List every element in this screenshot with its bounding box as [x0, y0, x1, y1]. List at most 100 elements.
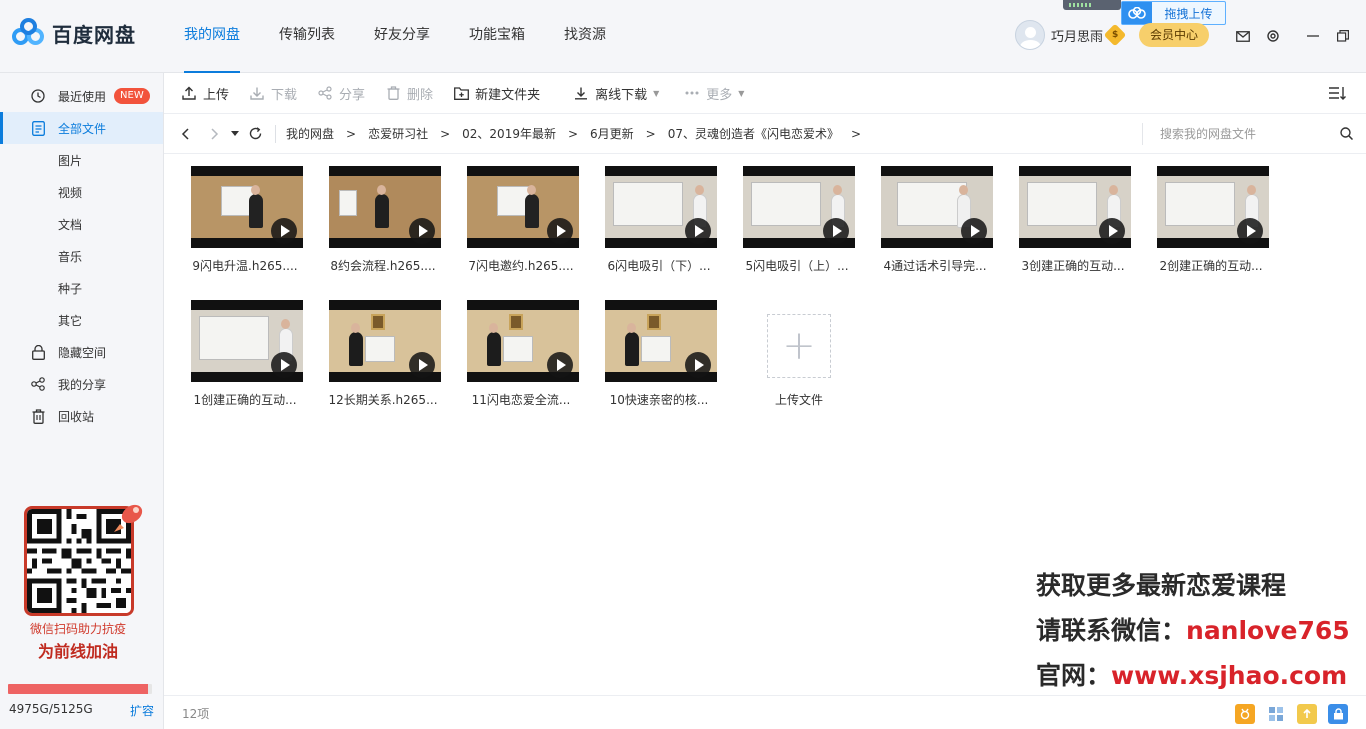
video-file-tile[interactable]: 9闪电升温.h265.... [181, 154, 309, 274]
video-file-tile[interactable]: 1创建正确的互动... [181, 288, 309, 408]
video-file-tile[interactable]: 12长期关系.h265... [319, 288, 447, 408]
trash-icon [385, 85, 401, 101]
video-thumbnail [743, 166, 855, 248]
sidebar-item-recycle-bin[interactable]: 回收站 [0, 400, 163, 432]
tab-toolbox[interactable]: 功能宝箱 [469, 0, 525, 73]
play-icon[interactable] [1237, 218, 1263, 244]
offline-download-icon [573, 85, 589, 101]
app-logo[interactable]: 百度网盘 [12, 18, 136, 48]
upload-button[interactable]: 上传 [181, 73, 229, 114]
tab-friend-share[interactable]: 好友分享 [374, 0, 430, 73]
sidebar-item-my-shares[interactable]: 我的分享 [0, 368, 163, 400]
apps-grid-icon[interactable] [1266, 704, 1286, 724]
sidebar-item-images[interactable]: 图片 [0, 144, 163, 176]
sidebar-item-music[interactable]: 音乐 [0, 240, 163, 272]
video-file-tile[interactable]: 10快速亲密的核... [595, 288, 723, 408]
chevron-down-icon[interactable]: ▼ [653, 89, 659, 98]
play-icon[interactable] [685, 352, 711, 378]
sidebar-item-recent[interactable]: 最近使用 NEW [0, 80, 163, 112]
tab-find-resources[interactable]: 找资源 [564, 0, 606, 73]
play-icon[interactable] [1099, 218, 1125, 244]
delete-button[interactable]: 删除 [385, 73, 433, 114]
lock-icon[interactable] [1328, 704, 1348, 724]
download-button[interactable]: 下载 [249, 73, 297, 114]
file-name: 5闪电吸引（上）... [745, 259, 849, 273]
upload-file-tile[interactable]: + 上传文件 [735, 288, 863, 408]
sidebar-item-hidden-space[interactable]: 隐藏空间 [0, 336, 163, 368]
breadcrumb-separator: > [346, 126, 357, 141]
avatar[interactable] [1015, 20, 1045, 50]
status-icons [1224, 704, 1348, 724]
promo-banner[interactable]: 微信扫码助力抗疫 为前线加油 [8, 498, 156, 668]
video-thumbnail [191, 166, 303, 248]
play-icon[interactable] [685, 218, 711, 244]
minimize-icon[interactable] [1300, 26, 1326, 46]
video-thumbnail [329, 300, 441, 382]
tab-my-disk[interactable]: 我的网盘 [184, 0, 240, 73]
expand-storage-link[interactable]: 扩容 [130, 702, 154, 719]
username[interactable]: 巧月思雨 [1051, 26, 1103, 45]
vip-center-button[interactable]: 会员中心 [1139, 23, 1210, 47]
play-icon[interactable] [409, 352, 435, 378]
search-icon[interactable] [1340, 127, 1354, 143]
video-file-tile[interactable]: 5闪电吸引（上）... [733, 154, 861, 274]
mail-icon[interactable] [1230, 26, 1256, 46]
close-icon[interactable] [1360, 26, 1366, 46]
play-icon[interactable] [271, 352, 297, 378]
video-file-tile[interactable]: 3创建正确的互动... [1009, 154, 1137, 274]
video-file-tile[interactable]: 11闪电恋爱全流... [457, 288, 585, 408]
video-file-tile[interactable]: 6闪电吸引（下）... [595, 154, 723, 274]
breadcrumb-item[interactable]: 我的网盘 [286, 125, 334, 142]
app-title: 百度网盘 [52, 22, 136, 47]
restore-icon[interactable] [1330, 26, 1356, 46]
play-icon[interactable] [547, 352, 573, 378]
breadcrumb-item[interactable]: 6月更新 [590, 125, 634, 142]
play-icon[interactable] [961, 218, 987, 244]
watermark-wechat-id: nanlove765 [1186, 616, 1350, 645]
file-name: 1创建正确的互动... [193, 393, 297, 407]
sidebar-item-label: 全部文件 [58, 121, 107, 136]
search-input[interactable] [1160, 127, 1320, 141]
rocket-icon [114, 504, 143, 532]
gear-icon[interactable] [1260, 26, 1286, 46]
sidebar-item-others[interactable]: 其它 [0, 304, 163, 336]
new-badge: NEW [114, 88, 150, 104]
offline-download-button[interactable]: 离线下载 ▼ [573, 73, 659, 114]
file-name: 10快速亲密的核... [609, 393, 709, 407]
video-file-tile[interactable]: 2创建正确的互动... [1147, 154, 1275, 274]
play-icon[interactable] [547, 218, 573, 244]
breadcrumb-item[interactable]: 02、2019年最新 [462, 125, 556, 142]
sidebar-item-videos[interactable]: 视频 [0, 176, 163, 208]
history-dropdown-icon[interactable] [229, 124, 241, 144]
breadcrumb-item[interactable]: 恋爱研习社 [368, 125, 428, 142]
new-folder-icon [453, 85, 469, 101]
medal-icon[interactable] [1235, 704, 1255, 724]
file-name: 2创建正确的互动... [1159, 259, 1263, 273]
refresh-icon[interactable] [245, 124, 265, 144]
back-arrow-icon[interactable] [175, 124, 195, 144]
tab-transfer-list[interactable]: 传输列表 [279, 0, 335, 73]
video-file-tile[interactable]: 4通过话术引导完... [871, 154, 999, 274]
sort-list-icon[interactable] [1329, 85, 1349, 101]
sidebar-item-torrents[interactable]: 种子 [0, 272, 163, 304]
upload-arrow-icon[interactable] [1297, 704, 1317, 724]
video-file-tile[interactable]: 8约会流程.h265.... [319, 154, 447, 274]
video-file-tile[interactable]: 7闪电邀约.h265.... [457, 154, 585, 274]
window-controls [1230, 26, 1366, 46]
share-button[interactable]: 分享 [317, 73, 365, 114]
chevron-down-icon[interactable]: ▼ [738, 89, 744, 98]
clock-icon [30, 88, 46, 104]
play-icon[interactable] [271, 218, 297, 244]
play-icon[interactable] [823, 218, 849, 244]
sidebar-item-all-files[interactable]: 全部文件 [0, 112, 163, 144]
new-folder-button[interactable]: 新建文件夹 [453, 73, 540, 114]
breadcrumb-item-current[interactable]: 07、灵魂创造者《闪电恋爱术》 [668, 125, 839, 142]
delete-label: 删除 [407, 87, 434, 103]
forward-arrow-icon[interactable] [205, 124, 225, 144]
document-icon [30, 120, 46, 136]
sidebar-item-documents[interactable]: 文档 [0, 208, 163, 240]
play-icon[interactable] [409, 218, 435, 244]
more-button[interactable]: 更多 ▼ [684, 73, 744, 114]
offline-download-label: 离线下载 [595, 87, 648, 103]
watermark-line2: 请联系微信：nanlove765 [1036, 611, 1350, 647]
